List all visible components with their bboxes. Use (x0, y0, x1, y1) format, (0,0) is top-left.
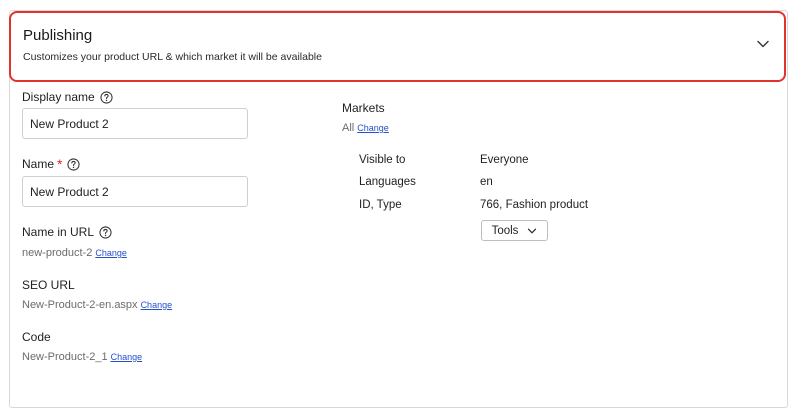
section-title: Publishing (23, 27, 93, 44)
name-label: Name * (22, 156, 81, 172)
required-asterisk: * (57, 156, 63, 172)
seo-url-value-line: New-Product-2-en.aspx Change (22, 299, 172, 311)
name-in-url-value: new-product-2 (22, 247, 93, 259)
name-input[interactable] (22, 176, 248, 207)
question-circle-icon[interactable] (99, 225, 112, 239)
code-label: Code (22, 330, 51, 344)
markets-label-text: Markets (342, 101, 385, 115)
name-in-url-value-line: new-product-2 Change (22, 247, 127, 259)
name-in-url-label: Name in URL (22, 225, 112, 239)
name-label-text: Name (22, 157, 55, 171)
info-key-languages: Languages (359, 176, 416, 188)
page: Publishing Customizes your product URL &… (0, 0, 800, 420)
seo-url-label-text: SEO URL (22, 278, 75, 292)
question-circle-icon[interactable] (67, 157, 81, 171)
section-subtitle: Customizes your product URL & which mark… (23, 51, 322, 63)
info-key-visible-to: Visible to (359, 154, 406, 166)
name-in-url-label-text: Name in URL (22, 225, 95, 239)
name-in-url-change-link[interactable]: Change (95, 248, 127, 258)
display-name-label: Display name (22, 90, 113, 104)
seo-url-change-link[interactable]: Change (141, 300, 173, 310)
markets-value-line: All Change (342, 122, 389, 134)
info-value-visible-to: Everyone (480, 154, 529, 166)
markets-change-link[interactable]: Change (357, 123, 389, 133)
info-value-languages: en (480, 176, 493, 188)
display-name-label-text: Display name (22, 90, 95, 104)
tools-label: Tools (491, 224, 519, 237)
code-change-link[interactable]: Change (111, 352, 143, 362)
publishing-section-header[interactable]: Publishing Customizes your product URL &… (9, 11, 786, 82)
question-circle-icon[interactable] (100, 90, 113, 104)
code-value: New-Product-2_1 (22, 351, 108, 363)
chevron-down-icon[interactable] (756, 37, 770, 51)
info-value-id-type: 766, Fashion product (480, 199, 589, 211)
markets-value: All (342, 122, 355, 134)
markets-label: Markets (342, 101, 385, 115)
display-name-input[interactable] (22, 108, 248, 139)
chevron-down-icon (528, 228, 537, 233)
seo-url-value: New-Product-2-en.aspx (22, 299, 138, 311)
code-value-line: New-Product-2_1 Change (22, 351, 142, 363)
code-label-text: Code (22, 330, 51, 344)
seo-url-label: SEO URL (22, 278, 75, 292)
tools-dropdown-button[interactable]: Tools (481, 220, 548, 241)
info-key-id-type: ID, Type (359, 199, 402, 211)
